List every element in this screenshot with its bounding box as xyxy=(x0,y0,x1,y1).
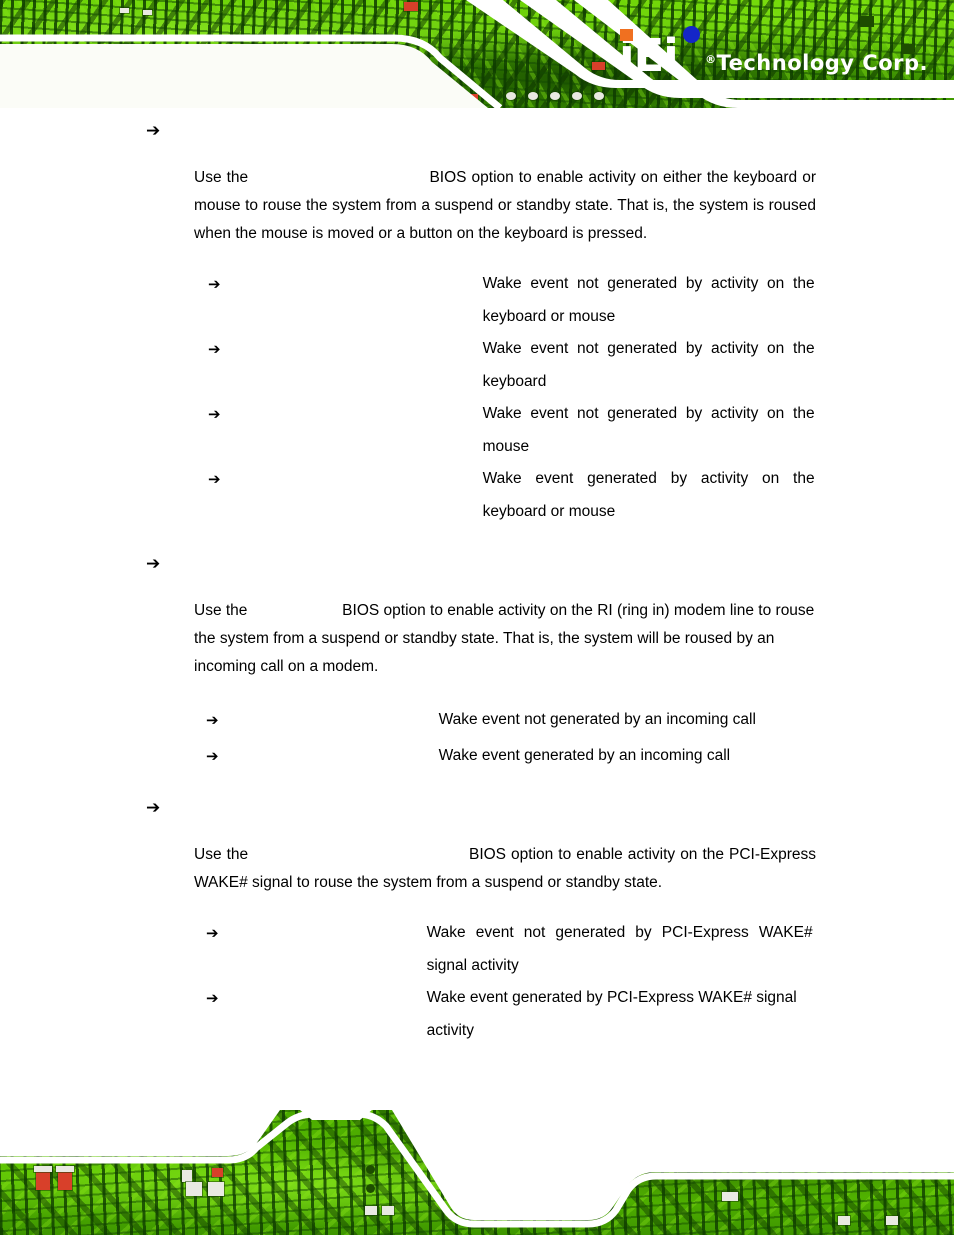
registered-trademark-icon: ® xyxy=(705,53,717,66)
arrow-bullet-icon: ➔ xyxy=(206,747,219,765)
company-name: ®Technology Corp. xyxy=(705,51,928,78)
arrow-bullet-icon: ➔ xyxy=(206,711,219,729)
section-heading: ➔ xyxy=(146,798,954,824)
page-footer-banner xyxy=(0,1110,954,1235)
option-list: ➔ Wake event not generated by activity o… xyxy=(0,268,954,528)
paragraph-trail-text: BIOS option to enable activity on either… xyxy=(194,169,816,242)
paragraph-lead-text: Use the xyxy=(194,169,249,186)
section-paragraph: Use the BIOS option to enable activity o… xyxy=(194,597,824,681)
option-item: ➔ Wake event generated by an incoming ca… xyxy=(0,738,954,774)
paragraph-lead-text: Use the xyxy=(194,846,249,863)
option-description: Wake event generated by PCI-Express WAKE… xyxy=(426,989,797,1039)
option-description: Wake event generated by an incoming call xyxy=(438,747,731,764)
option-item: ➔ Wake event not generated by an incomin… xyxy=(0,702,954,738)
option-item: ➔ Wake event not generated by activity o… xyxy=(0,398,954,463)
section-paragraph: Use the BIOS option to enable activity o… xyxy=(194,164,816,248)
arrow-bullet-icon: ➔ xyxy=(146,121,161,141)
option-item: ➔ Wake event generated by activity on th… xyxy=(0,463,954,528)
company-name-text: Technology Corp. xyxy=(716,51,928,75)
option-item: ➔ Wake event not generated by activity o… xyxy=(0,333,954,398)
section-paragraph: Use the BIOS option to enable activity o… xyxy=(194,841,816,897)
logo-blue-dot-icon xyxy=(683,26,701,43)
option-description: Wake event generated by activity on the … xyxy=(482,470,815,520)
arrow-bullet-icon: ➔ xyxy=(208,405,221,423)
section-wake-on-ring: ➔ Use the BIOS option to enable activity… xyxy=(0,528,954,774)
arrow-bullet-icon: ➔ xyxy=(146,554,161,574)
option-description: Wake event not generated by activity on … xyxy=(482,340,815,390)
option-description: Wake event not generated by activity on … xyxy=(482,275,815,325)
option-list: ➔ Wake event not generated by PCI-Expres… xyxy=(0,917,954,1047)
option-item: ➔ Wake event not generated by PCI-Expres… xyxy=(0,917,954,982)
option-item: ➔ Wake event not generated by activity o… xyxy=(0,268,954,333)
section-wake-on-ps2: ➔ Use the BIOS option to enable activity… xyxy=(0,108,954,528)
arrow-bullet-icon: ➔ xyxy=(146,798,161,818)
page-header-banner: iEi ®Technology Corp. xyxy=(0,0,954,108)
footer-swoosh-graphic xyxy=(0,1110,954,1228)
paragraph-lead-text: Use the xyxy=(194,602,248,619)
option-list: ➔ Wake event not generated by an incomin… xyxy=(0,702,954,774)
section-heading: ➔ xyxy=(146,121,954,147)
page-body: ➔ Use the BIOS option to enable activity… xyxy=(0,108,954,1110)
option-description: Wake event not generated by PCI-Express … xyxy=(426,924,813,974)
section-wake-on-pcie-wake: ➔ Use the BIOS option to enable activity… xyxy=(0,774,954,1047)
arrow-bullet-icon: ➔ xyxy=(206,989,219,1007)
option-description: Wake event not generated by an incoming … xyxy=(438,711,756,728)
option-description: Wake event not generated by activity on … xyxy=(482,405,815,455)
option-item: ➔ Wake event generated by PCI-Express WA… xyxy=(0,982,954,1047)
section-heading: ➔ xyxy=(146,554,954,580)
paragraph-trail-text: BIOS option to enable activity on the RI… xyxy=(194,602,815,675)
paragraph-trail-text: BIOS option to enable activity on the PC… xyxy=(194,846,817,891)
arrow-bullet-icon: ➔ xyxy=(208,275,221,293)
logo-orange-square-icon xyxy=(620,29,634,41)
arrow-bullet-icon: ➔ xyxy=(208,340,221,358)
iei-logo-mark: iEi xyxy=(619,26,705,78)
arrow-bullet-icon: ➔ xyxy=(208,470,221,488)
arrow-bullet-icon: ➔ xyxy=(206,924,219,942)
iei-logo: iEi ®Technology Corp. xyxy=(619,24,928,78)
